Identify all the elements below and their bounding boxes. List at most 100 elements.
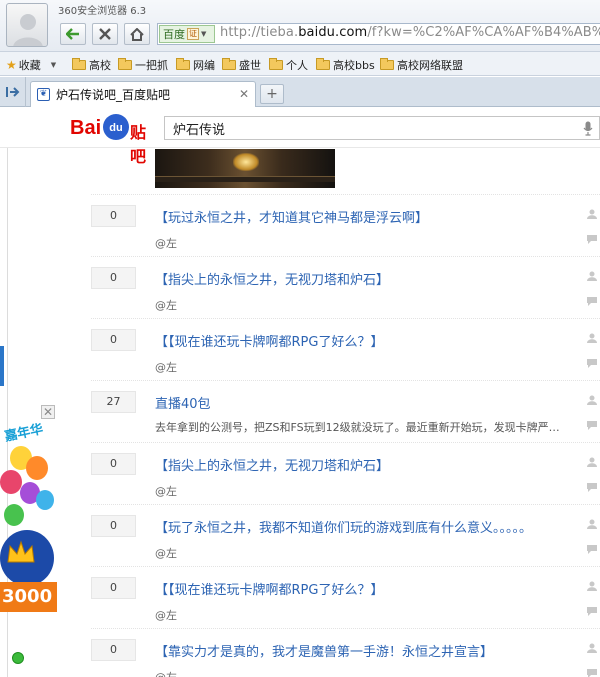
thread-thumbnail[interactable] bbox=[155, 149, 335, 188]
bookmark-favorites[interactable]: ★ 收藏 ▼ bbox=[6, 57, 56, 73]
user-icon bbox=[587, 271, 597, 281]
ad-amount: 3000 bbox=[0, 582, 57, 612]
thread-author[interactable]: @左 bbox=[155, 483, 177, 499]
folder-icon bbox=[222, 58, 236, 70]
bookmark-folder[interactable]: 盛世 bbox=[222, 57, 261, 73]
tieba-search-input[interactable] bbox=[165, 117, 599, 139]
thread-row[interactable]: 0 【【现在谁还玩卡牌啊都RPG了好么？】 @左 bbox=[91, 566, 600, 628]
thread-row[interactable]: 0 【【现在谁还玩卡牌啊都RPG了好么？】 @左 bbox=[91, 318, 600, 380]
thread-author[interactable]: @左 bbox=[155, 545, 177, 561]
user-icon bbox=[587, 395, 597, 405]
bookmark-folder[interactable]: 高校bbs bbox=[316, 57, 375, 73]
user-silhouette-icon bbox=[13, 14, 43, 46]
logo-paw: du bbox=[103, 114, 129, 140]
floating-ad[interactable]: 嘉年华 3000 bbox=[0, 420, 57, 616]
thread-title-link[interactable]: 【指尖上的永恒之井，无视刀塔和炉石】 bbox=[155, 269, 389, 288]
page-content: Bai du 贴吧 0 【玩过永恒之井，才知道其它神马都是浮云啊】 @左 0 【… bbox=[0, 108, 600, 677]
thread-row[interactable]: 27 直播40包 去年拿到的公测号，把ZS和FS玩到12级就没玩了。最近重新开始… bbox=[91, 380, 600, 442]
thread-author[interactable]: @左 bbox=[155, 669, 177, 677]
thread-title-link[interactable]: 【玩了永恒之井，我都不知道你们玩的游戏到底有什么意义。。。。。 bbox=[155, 517, 532, 536]
thread-row[interactable]: 0 【玩过永恒之井，才知道其它神马都是浮云啊】 @左 bbox=[91, 194, 600, 256]
thread-title-link[interactable]: 直播40包 bbox=[155, 393, 211, 412]
thread-author[interactable]: @左 bbox=[155, 235, 177, 251]
back-button[interactable] bbox=[60, 23, 86, 45]
star-icon: ★ bbox=[6, 58, 17, 72]
url-domain: baidu.com bbox=[298, 25, 368, 40]
url-text[interactable]: http://tieba.baidu.com/f?kw=%C2%AF%CA%AF… bbox=[220, 25, 600, 40]
bookmark-label: 收藏 bbox=[18, 59, 41, 72]
thread-title-link[interactable]: 【玩过永恒之井，才知道其它神马都是浮云啊】 bbox=[155, 207, 428, 226]
folder-icon bbox=[316, 58, 330, 70]
site-badge[interactable]: 百度 证 ▼ bbox=[159, 25, 215, 43]
tab-title: 炉石传说吧_百度贴吧 bbox=[56, 88, 171, 102]
reply-count: 0 bbox=[91, 577, 136, 599]
reply-bubble-icon bbox=[587, 297, 597, 306]
reply-count: 0 bbox=[91, 329, 136, 351]
folder-icon bbox=[72, 58, 86, 70]
bookmark-label: 个人 bbox=[286, 59, 308, 72]
bookmark-folder[interactable]: 一把抓 bbox=[118, 57, 168, 73]
chevron-down-icon: ▼ bbox=[50, 61, 57, 69]
folder-icon bbox=[380, 58, 394, 70]
tieba-header: Bai du 贴吧 bbox=[0, 108, 600, 166]
url-prefix: http://tieba. bbox=[220, 25, 299, 40]
thread-row[interactable]: 0 【玩了永恒之井，我都不知道你们玩的游戏到底有什么意义。。。。。 @左 bbox=[91, 504, 600, 566]
bookmark-label: 网编 bbox=[193, 59, 215, 72]
sidebar-toggle-button[interactable] bbox=[0, 77, 26, 107]
user-icon bbox=[587, 519, 597, 529]
new-tab-button[interactable]: + bbox=[260, 84, 284, 104]
logo-bai: Bai bbox=[70, 117, 102, 139]
folder-icon bbox=[269, 58, 283, 70]
reply-count: 0 bbox=[91, 639, 136, 661]
certificate-icon: 证 bbox=[187, 28, 199, 40]
tieba-search-box[interactable] bbox=[164, 116, 600, 140]
balloon-shape bbox=[26, 456, 48, 480]
thread-row[interactable]: 0 【指尖上的永恒之井，无视刀塔和炉石】 @左 bbox=[91, 442, 600, 504]
tab-close-icon[interactable]: ✕ bbox=[239, 87, 249, 101]
stop-button[interactable] bbox=[92, 23, 118, 45]
reply-bubble-icon bbox=[587, 421, 597, 430]
thread-title-link[interactable]: 【【现在谁还玩卡牌啊都RPG了好么？】 bbox=[155, 579, 383, 598]
thread-title-link[interactable]: 【指尖上的永恒之井，无视刀塔和炉石】 bbox=[155, 455, 389, 474]
reply-bubble-icon bbox=[587, 669, 597, 677]
bookmark-label: 高校 bbox=[89, 59, 111, 72]
user-avatar[interactable] bbox=[6, 3, 48, 47]
microphone-icon[interactable] bbox=[583, 121, 593, 136]
reply-count: 0 bbox=[91, 515, 136, 537]
folder-icon bbox=[118, 58, 132, 70]
baidu-paw-icon: ❦ bbox=[37, 88, 50, 101]
reply-count: 27 bbox=[91, 391, 136, 413]
reply-bubble-icon bbox=[587, 235, 597, 244]
bookmark-folder[interactable]: 个人 bbox=[269, 57, 308, 73]
bookmark-folder[interactable]: 高校 bbox=[72, 57, 111, 73]
reply-count: 0 bbox=[91, 205, 136, 227]
back-arrow-icon bbox=[66, 28, 79, 40]
reply-bubble-icon bbox=[587, 483, 597, 492]
bookmarks-bar: ★ 收藏 ▼ 高校 一把抓 网编 盛世 个人 高校bbs 高校网络联盟 bbox=[0, 52, 600, 76]
thread-author[interactable]: @左 bbox=[155, 359, 177, 375]
bookmark-folder[interactable]: 网编 bbox=[176, 57, 215, 73]
thread-author[interactable]: @左 bbox=[155, 607, 177, 623]
thread-title-link[interactable]: 【靠实力才是真的，我才是魔兽第一手游！永恒之井宣言】 bbox=[155, 641, 493, 660]
home-button[interactable] bbox=[124, 23, 150, 45]
ad-close-button[interactable]: ✕ bbox=[41, 405, 55, 419]
address-bar[interactable]: 百度 证 ▼ http://tieba.baidu.com/f?kw=%C2%A… bbox=[157, 23, 600, 45]
url-path: /f?kw=%C2%AF%CA%AF%B4%AB%CB bbox=[367, 25, 600, 40]
tab-bar: ❦ 炉石传说吧_百度贴吧 ✕ + bbox=[0, 77, 600, 107]
thread-row[interactable]: 0 【指尖上的永恒之井，无视刀塔和炉石】 @左 bbox=[91, 256, 600, 318]
balloon-shape bbox=[36, 490, 54, 510]
thread-row[interactable]: 0 【靠实力才是真的，我才是魔兽第一手游！永恒之井宣言】 @左 bbox=[91, 628, 600, 677]
thread-title-link[interactable]: 【【现在谁还玩卡牌啊都RPG了好么？】 bbox=[155, 331, 383, 350]
reply-bubble-icon bbox=[587, 359, 597, 368]
crown-icon bbox=[7, 540, 35, 563]
user-icon bbox=[587, 581, 597, 591]
thread-author[interactable]: @左 bbox=[155, 297, 177, 313]
user-icon bbox=[587, 333, 597, 343]
folder-icon bbox=[176, 58, 190, 70]
browser-titlebar: 360安全浏览器 6.3 百度 证 ▼ http://tieba.baidu.c… bbox=[0, 0, 600, 52]
tab-active[interactable]: ❦ 炉石传说吧_百度贴吧 ✕ bbox=[30, 81, 256, 107]
home-icon bbox=[130, 27, 144, 41]
tieba-logo[interactable]: Bai du 贴吧 bbox=[70, 114, 160, 166]
bookmark-folder[interactable]: 高校网络联盟 bbox=[380, 57, 463, 73]
arrow-right-bar-icon bbox=[5, 87, 19, 97]
